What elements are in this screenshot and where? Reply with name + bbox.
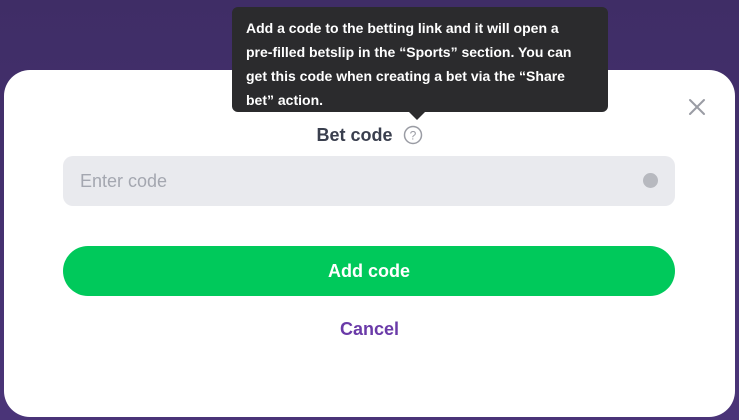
bet-code-input[interactable]	[63, 156, 675, 206]
tooltip-arrow	[409, 112, 425, 120]
tooltip-line: pre-filled betslip in the “Sports” secti…	[246, 44, 572, 60]
svg-text:?: ?	[409, 129, 416, 143]
question-circle-icon[interactable]: ?	[403, 125, 423, 145]
close-icon[interactable]	[686, 96, 708, 118]
add-code-button[interactable]: Add code	[63, 246, 675, 296]
bet-code-input-container	[63, 156, 675, 206]
field-label-row: Bet code ?	[0, 123, 739, 147]
tooltip-line: bet” action.	[246, 92, 324, 108]
bet-code-label: Bet code	[316, 124, 393, 145]
help-tooltip: Add a code to the betting link and it wi…	[232, 7, 608, 112]
tooltip-line: Add a code to the betting link and it wi…	[246, 20, 559, 36]
tooltip-line: get this code when creating a bet via th…	[246, 68, 565, 84]
input-status-dot-icon	[643, 173, 658, 188]
cancel-button[interactable]: Cancel	[0, 319, 739, 343]
